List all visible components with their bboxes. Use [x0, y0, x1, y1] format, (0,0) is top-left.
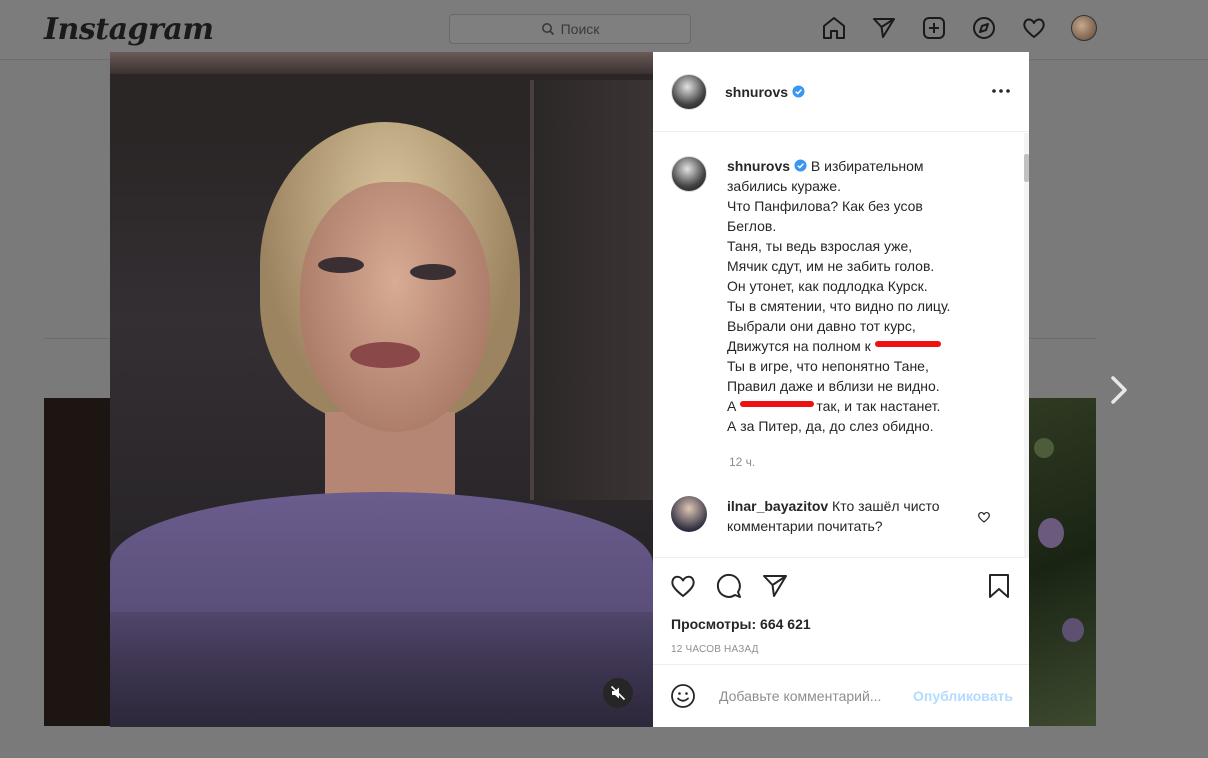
caption-line: Ты в смятении, что видно по лицу.: [727, 298, 951, 314]
background-post-thumbnail[interactable]: [44, 398, 110, 726]
more-options-icon[interactable]: [991, 83, 1011, 99]
new-post-icon[interactable]: [920, 14, 948, 42]
caption-timestamp[interactable]: 12 ч.: [729, 455, 755, 469]
caption-username[interactable]: shnurovs: [727, 158, 790, 174]
caption-line: Таня, ты ведь взрослая уже,: [727, 238, 913, 254]
caption-line-text: А: [727, 398, 737, 414]
caption-line: Атак, и так настанет.: [727, 396, 1011, 416]
action-icons: [669, 572, 789, 600]
avatar: [1071, 15, 1097, 41]
publish-button[interactable]: Опубликовать: [913, 688, 1013, 704]
next-post-arrow-icon[interactable]: [1108, 374, 1130, 406]
caption-line-text: так, и так настанет.: [816, 398, 941, 414]
video-subject-eye: [410, 264, 456, 280]
caption-line-text: Движутся на полном к: [727, 338, 871, 354]
top-navigation-bar: Instagram Поиск: [0, 0, 1208, 60]
video-subject-lips: [350, 342, 420, 368]
video-subject-eye: [318, 257, 364, 273]
view-count[interactable]: Просмотры: 664 621: [671, 616, 811, 632]
caption-line: Движутся на полном к: [727, 336, 1011, 356]
video-overlay: [110, 612, 653, 727]
verified-badge-icon: [792, 84, 805, 98]
instagram-logo[interactable]: Instagram: [44, 12, 214, 47]
comment-text-line: комментарии почитать?: [727, 518, 883, 534]
caption-line: Правил даже и вблизи не видно.: [727, 378, 940, 394]
caption-line: shnurovs В избирательном: [727, 156, 1011, 176]
caption-text: shnurovs В избирательном забились кураже…: [727, 156, 1011, 436]
post-header: shnurovs: [653, 52, 1029, 132]
muted-speaker-icon: [610, 685, 626, 701]
mute-button[interactable]: [603, 678, 633, 708]
video-backdrop: [530, 80, 653, 500]
emoji-smile-icon[interactable]: [669, 682, 697, 710]
avatar[interactable]: [671, 73, 707, 110]
redaction-mark: [874, 341, 941, 347]
nav-icons: [820, 14, 1098, 42]
post-timestamp[interactable]: 12 ЧАСОВ НАЗАД: [671, 644, 759, 655]
comments-scroll-area[interactable]: shnurovs В избирательном забились кураже…: [653, 133, 1029, 557]
caption-line: Он утонет, как подлодка Курск.: [727, 278, 928, 294]
redaction-mark: [740, 401, 815, 407]
username-text[interactable]: shnurovs: [725, 84, 788, 100]
post-details-panel: shnurovs shnurovs В избирательном забили…: [653, 52, 1029, 727]
like-heart-icon[interactable]: [669, 572, 697, 600]
caption-line: Выбрали они давно тот курс,: [727, 318, 916, 334]
caption-line: В избирательном: [810, 158, 924, 174]
search-icon: [541, 23, 554, 36]
background-post-thumbnail[interactable]: [1028, 398, 1096, 726]
comment-input[interactable]: [719, 688, 909, 704]
search-input[interactable]: Поиск: [449, 14, 691, 44]
caption-line: забились кураже.: [727, 178, 841, 194]
share-direct-icon[interactable]: [761, 572, 789, 600]
avatar[interactable]: [671, 496, 707, 532]
post-actions: Просмотры: 664 621 12 ЧАСОВ НАЗАД: [653, 557, 1029, 677]
caption-line: Мячик сдут, им не забить голов.: [727, 258, 935, 274]
post-video[interactable]: [110, 52, 653, 727]
save-bookmark-icon[interactable]: [985, 572, 1013, 600]
explore-icon[interactable]: [970, 14, 998, 42]
video-subject-face: [300, 182, 490, 432]
comment-text: ilnar_bayazitov Кто зашёл чисто коммента…: [727, 496, 967, 536]
comment-item: ilnar_bayazitov Кто зашёл чисто коммента…: [671, 496, 1011, 536]
comment-bubble-icon[interactable]: [715, 572, 743, 600]
direct-icon[interactable]: [870, 14, 898, 42]
comment-username[interactable]: ilnar_bayazitov: [727, 498, 828, 514]
avatar[interactable]: [671, 156, 707, 192]
caption-line: Ты в игре, что непонятно Тане,: [727, 358, 929, 374]
post-caption: shnurovs В избирательном забились кураже…: [671, 156, 1011, 436]
post-modal: shnurovs shnurovs В избирательном забили…: [110, 52, 1029, 727]
profile-avatar[interactable]: [1070, 14, 1098, 42]
caption-line: А за Питер, да, до слез обидно.: [727, 418, 934, 434]
comment-text-line: Кто зашёл чисто: [832, 498, 940, 514]
verified-badge-icon: [794, 159, 807, 172]
home-icon[interactable]: [820, 14, 848, 42]
activity-heart-icon[interactable]: [1020, 14, 1048, 42]
add-comment-bar: Опубликовать: [653, 664, 1029, 727]
caption-line: Беглов.: [727, 218, 777, 234]
video-backdrop: [110, 52, 653, 74]
caption-line: Что Панфилова? Как без усов: [727, 198, 923, 214]
search-placeholder: Поиск: [560, 21, 600, 37]
like-comment-heart-icon[interactable]: [977, 510, 991, 524]
post-author-username[interactable]: shnurovs: [725, 84, 805, 100]
